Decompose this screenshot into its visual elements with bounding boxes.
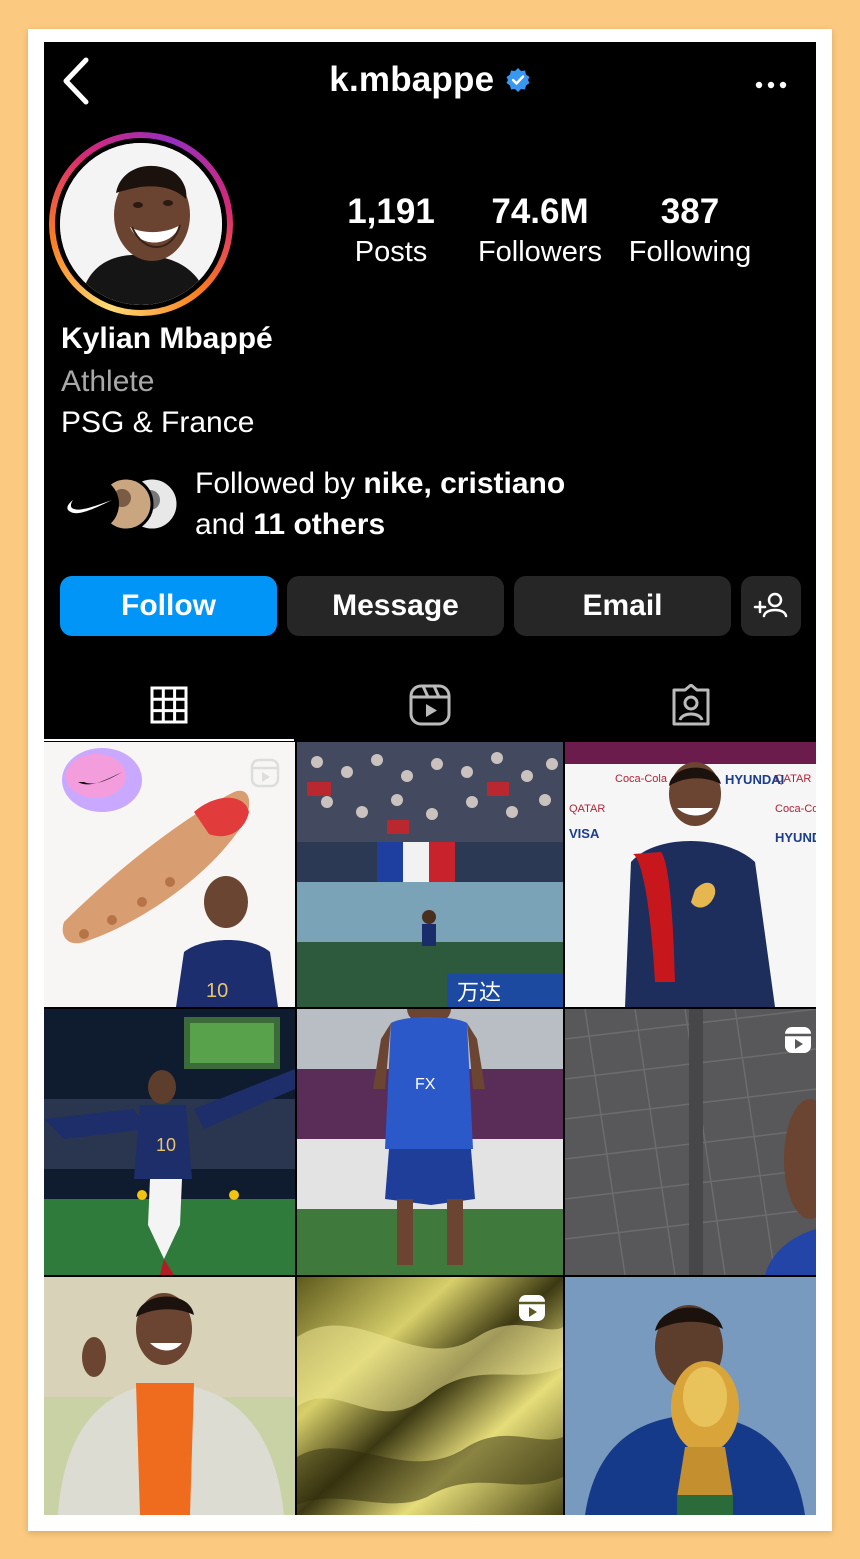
username: k.mbappe	[329, 60, 495, 99]
profile-category: Athlete	[61, 365, 155, 398]
followers-count[interactable]: 74.6M Followers	[470, 192, 610, 272]
reel-indicator-icon	[783, 1025, 813, 1055]
posts-value: 1,191	[347, 192, 435, 231]
display-name: Kylian Mbappé	[61, 322, 273, 355]
post-thumbnail-6[interactable]	[565, 1009, 816, 1275]
svg-text:Coca-Cola: Coca-Cola	[775, 803, 816, 815]
svg-text:VISA: VISA	[569, 826, 600, 841]
svg-text:10: 10	[206, 980, 228, 1002]
post-thumbnail-1[interactable]: 10	[44, 742, 295, 1007]
grid-icon	[150, 686, 188, 724]
avatar-photo	[60, 143, 222, 305]
reel-indicator-icon	[517, 1293, 547, 1323]
followed-by-text[interactable]: Followed by nike, cristiano and 11 other…	[195, 463, 565, 545]
tab-posts-grid[interactable]	[44, 670, 294, 740]
post-thumbnail-3[interactable]: Coca-ColaQATARCoca-ColaQATAR VISAHYUNDAI…	[565, 742, 816, 1007]
svg-text:Coca-Cola: Coca-Cola	[615, 773, 668, 785]
following-count[interactable]: 387 Following	[620, 192, 760, 272]
reels-icon	[409, 684, 451, 726]
bio-text: PSG & France	[61, 406, 255, 439]
followed-by-middle: and	[195, 508, 254, 541]
svg-text:FX: FX	[415, 1076, 436, 1093]
followers-value: 74.6M	[491, 192, 589, 231]
following-value: 387	[660, 192, 720, 231]
post-thumbnail-8[interactable]	[297, 1277, 563, 1515]
post-thumbnail-9[interactable]	[565, 1277, 816, 1515]
followed-by-prefix: Followed by	[195, 467, 364, 500]
post-thumbnail-4[interactable]: 10	[44, 1009, 295, 1275]
post-thumbnail-2[interactable]: 万达	[297, 742, 563, 1007]
active-tab-indicator	[44, 739, 294, 741]
followed-by-others: 11 others	[253, 508, 386, 541]
tab-tagged[interactable]	[566, 670, 816, 740]
svg-text:QATAR: QATAR	[569, 803, 605, 815]
followers-label: Followers	[477, 236, 603, 268]
reel-indicator-icon	[250, 758, 280, 788]
followed-by-avatars[interactable]	[64, 476, 184, 532]
more-options-button[interactable]	[754, 78, 788, 90]
tagged-icon	[672, 684, 710, 726]
follow-button[interactable]: Follow	[60, 576, 277, 636]
svg-text:10: 10	[156, 1135, 176, 1155]
followed-by-names: nike, cristiano	[363, 467, 566, 500]
profile-header: k.mbappe	[44, 60, 816, 110]
post-thumbnail-7[interactable]	[44, 1277, 295, 1515]
more-horizontal-icon	[755, 81, 787, 89]
post-thumbnail-5[interactable]: FX	[297, 1009, 563, 1275]
tab-reels[interactable]	[305, 670, 555, 740]
posts-count[interactable]: 1,191 Posts	[338, 192, 444, 272]
verified-badge-icon	[506, 68, 530, 92]
svg-text:HYUNDAI: HYUNDAI	[775, 830, 816, 845]
svg-text:HYUNDAI: HYUNDAI	[725, 772, 784, 787]
profile-screen: k.mbappe 1,191 Posts 74.6M Followers 387…	[44, 42, 816, 1515]
suggested-accounts-button[interactable]	[741, 576, 801, 636]
message-button[interactable]: Message	[287, 576, 504, 636]
add-person-icon	[753, 592, 788, 618]
posts-label: Posts	[354, 236, 428, 268]
following-label: Following	[628, 236, 752, 268]
email-button[interactable]: Email	[514, 576, 731, 636]
svg-text:万达: 万达	[457, 980, 501, 1005]
avatar[interactable]	[49, 132, 233, 316]
